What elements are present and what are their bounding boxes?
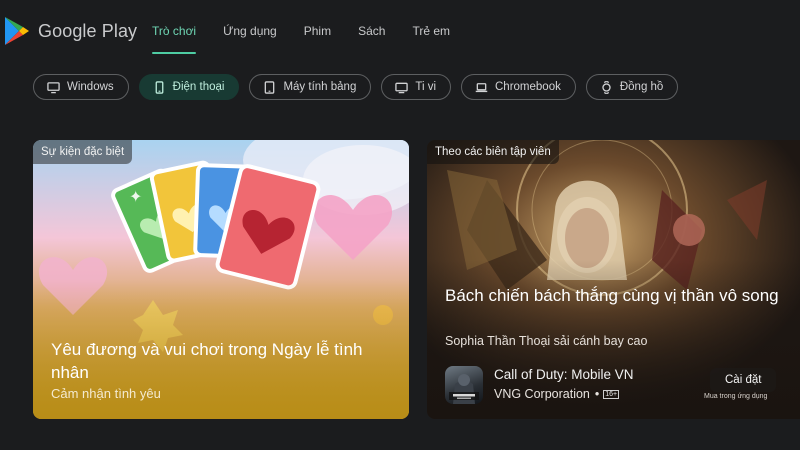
chip-label: Ti vi <box>415 81 436 93</box>
featured-card-editors-choice[interactable]: Theo các biên tập viên Bách chiến bách t… <box>427 140 800 419</box>
chip-label: Điện thoại <box>172 81 225 93</box>
chip-tv[interactable]: Ti vi <box>381 74 451 100</box>
card-subtitle: Cảm nhận tình yêu <box>51 386 161 401</box>
monitor-icon <box>47 81 60 93</box>
soldier-icon <box>449 374 479 404</box>
age-rating-badge: 16+ <box>603 390 620 399</box>
watch-icon <box>602 80 611 94</box>
main-nav: Trò chơi Ứng dụng Phim Sách Trẻ em <box>152 0 477 60</box>
app-icon <box>445 366 483 404</box>
card-subtitle: Sophia Thần Thoại sải cánh bay cao <box>445 334 648 348</box>
chip-label: Máy tính bảng <box>283 81 357 93</box>
chip-chromebook[interactable]: Chromebook <box>461 74 576 100</box>
app-developer: VNG Corporation <box>494 387 590 401</box>
chip-label: Windows <box>67 81 114 93</box>
card-badge: Sự kiện đặc biệt <box>33 140 133 164</box>
chip-label: Đồng hồ <box>619 81 664 93</box>
chip-windows[interactable]: Windows <box>33 74 129 100</box>
chip-watch[interactable]: Đồng hồ <box>585 74 679 100</box>
tablet-icon <box>265 80 275 94</box>
nav-tab-games[interactable]: Trò chơi <box>152 0 197 60</box>
device-filter-chips: Windows Điện thoại Máy tính bảng Ti vi C… <box>33 74 688 100</box>
app-developer-line: VNG Corporation • 16+ <box>494 387 620 401</box>
chip-label: Chromebook <box>495 81 561 93</box>
nav-tab-kids[interactable]: Trẻ em <box>412 0 450 60</box>
in-app-purchase-note: Mua trong ứng dụng <box>704 393 768 400</box>
google-play-logo[interactable]: Google Play <box>4 16 137 46</box>
chip-tablet[interactable]: Máy tính bảng <box>249 74 372 100</box>
separator-dot: • <box>594 387 600 401</box>
card-title: Bách chiến bách thắng cùng vị thần vô so… <box>445 286 779 305</box>
featured-card-valentine[interactable]: ✦ Sự kiện đặc biệt Yêu đương và vui chơi… <box>33 140 409 419</box>
nav-tab-movies[interactable]: Phim <box>304 0 331 60</box>
chip-phone[interactable]: Điện thoại <box>138 74 240 100</box>
logo-text: Google Play <box>38 20 138 41</box>
nav-tab-books[interactable]: Sách <box>358 0 385 60</box>
svg-text:✦: ✦ <box>129 189 142 206</box>
phone-icon <box>155 80 164 94</box>
install-button[interactable]: Cài đặt <box>710 368 777 392</box>
app-name: Call of Duty: Mobile VN <box>494 367 634 382</box>
nav-tab-apps[interactable]: Ứng dụng <box>223 0 277 60</box>
top-bar: Google Play Trò chơi Ứng dụng Phim Sách … <box>0 0 800 60</box>
google-play-icon <box>5 17 29 45</box>
app-listing[interactable]: Call of Duty: Mobile VN VNG Corporation •… <box>445 366 790 406</box>
card-title: Yêu đương và vui chơi trong Ngày lễ tình… <box>51 340 363 382</box>
laptop-icon <box>475 82 488 92</box>
card-badge: Theo các biên tập viên <box>427 140 559 164</box>
tv-icon <box>395 82 409 93</box>
